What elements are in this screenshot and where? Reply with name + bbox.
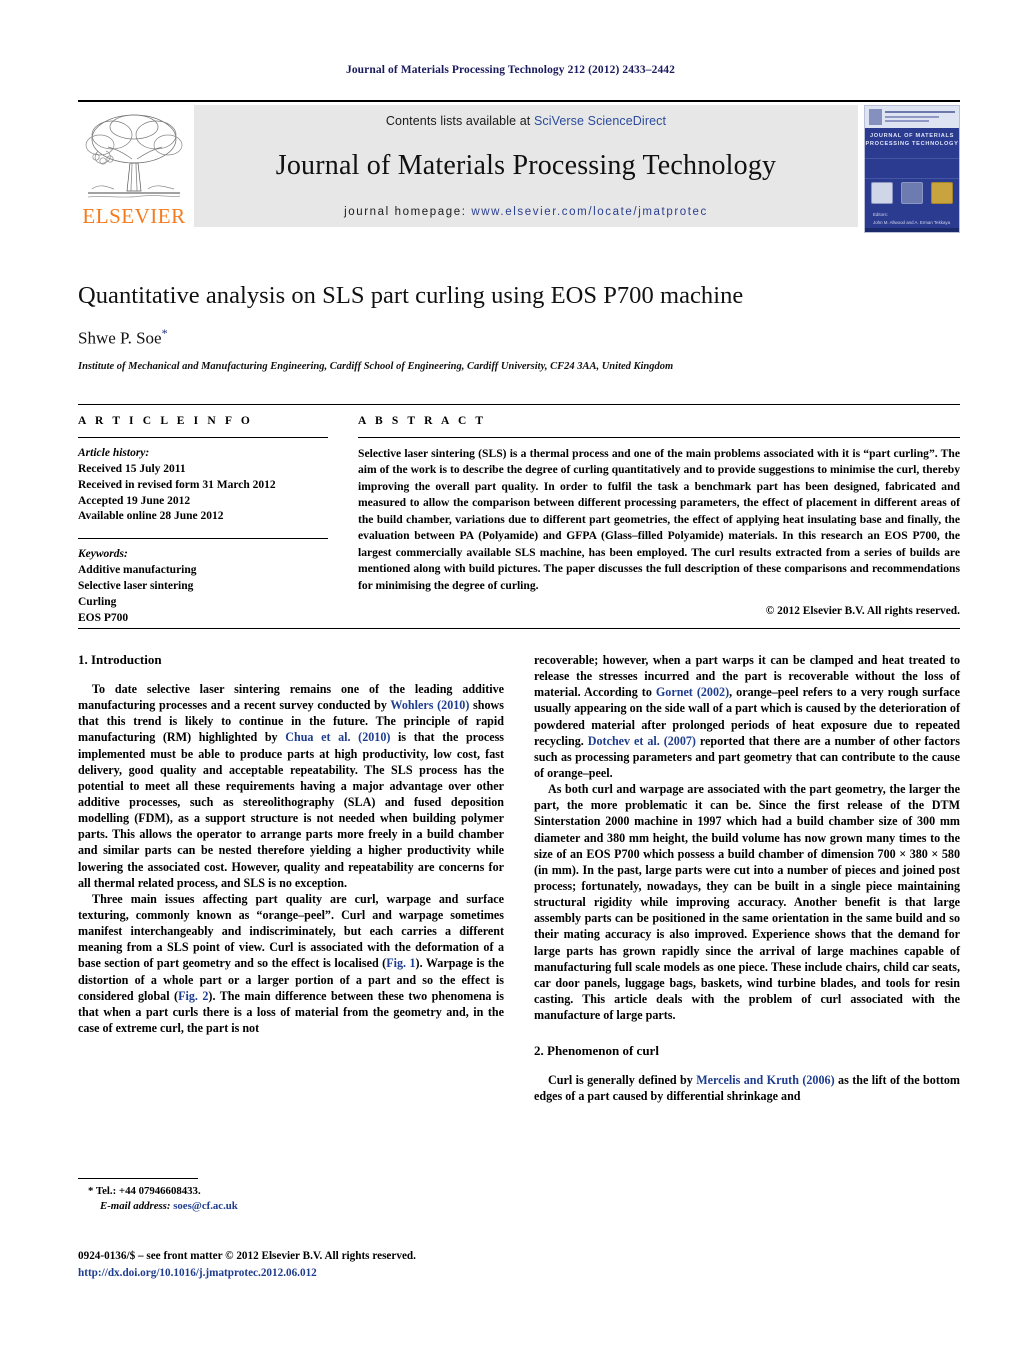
- footnote-email-link[interactable]: soes@cf.ac.uk: [173, 1200, 238, 1212]
- citation-gornet-2002[interactable]: Gornet (2002): [656, 685, 729, 699]
- cover-journal-title-line1: JOURNAL OF MATERIALS: [869, 133, 955, 139]
- cover-elsevier-mark: [869, 109, 882, 125]
- footnote-marker: *: [88, 1185, 94, 1197]
- cover-footer-band: [865, 228, 959, 232]
- cover-rule-2: [885, 116, 939, 118]
- running-head: Journal of Materials Processing Technolo…: [345, 64, 676, 76]
- footnote-rule: [78, 1178, 198, 1179]
- cover-rule-3: [885, 120, 929, 122]
- elsevier-wordmark: ELSEVIER: [82, 204, 186, 228]
- article-history-item: Received 15 July 2011: [78, 462, 186, 475]
- paragraph-intro-1: To date selective laser sintering remain…: [78, 681, 504, 891]
- body-separator-rule: [78, 628, 960, 629]
- keyword-item: Selective laser sintering: [78, 580, 194, 593]
- footnote-email-label: E-mail address:: [100, 1200, 171, 1213]
- cover-journal-title-line2: PROCESSING TECHNOLOGY: [865, 141, 959, 148]
- info-abstract-row: A R T I C L E I N F O Article history: R…: [78, 404, 960, 640]
- elsevier-tree-icon: [82, 109, 186, 205]
- cover-figure-2: [901, 182, 923, 204]
- text-run: is that the process implemented must be …: [78, 730, 505, 890]
- citation-chua-2010[interactable]: Chua et al. (2010): [285, 730, 390, 744]
- footnote-email: E-mail address: soes@cf.ac.uk: [78, 1199, 504, 1214]
- article-history: Article history: Received 15 July 2011 R…: [78, 446, 328, 525]
- keyword-item: Curling: [78, 595, 117, 608]
- journal-masthead: ELSEVIER Contents lists available at Sci…: [78, 100, 960, 233]
- keyword-item: Additive manufacturing: [78, 564, 197, 577]
- cover-divider-2: [865, 178, 959, 179]
- abstract-heading: A B S T R A C T: [358, 415, 487, 427]
- figure-ref-2[interactable]: Fig. 2: [178, 989, 208, 1003]
- paragraph-intro-2: Three main issues affecting part quality…: [78, 891, 504, 1036]
- title-block: Quantitative analysis on SLS part curlin…: [78, 282, 960, 372]
- affiliation: Institute of Mechanical and Manufacturin…: [78, 360, 674, 372]
- cover-rule-1: [885, 111, 955, 113]
- author-name: Shwe P. Soe: [78, 328, 162, 348]
- keywords-label: Keywords:: [78, 548, 128, 561]
- paragraph-right-2: As both curl and warpage are associated …: [534, 782, 960, 1023]
- section-heading-introduction: 1. Introduction: [78, 652, 162, 667]
- abstract-copyright: © 2012 Elsevier B.V. All rights reserved…: [765, 605, 960, 618]
- cover-figure-strip: [871, 182, 953, 204]
- cover-editor-credit: Editors: John M. Allwood and A. Erman Te…: [873, 211, 953, 226]
- article-info-column: A R T I C L E I N F O Article history: R…: [78, 415, 328, 640]
- text-run: Curl is generally defined by: [548, 1073, 697, 1088]
- article-page: Journal of Materials Processing Technolo…: [0, 0, 1021, 1351]
- elsevier-logo: ELSEVIER: [78, 105, 190, 227]
- author-list: Shwe P. Soe*: [78, 326, 960, 349]
- masthead-center-panel: Contents lists available at SciVerse Sci…: [194, 105, 858, 227]
- sciencedirect-link[interactable]: SciVerse ScienceDirect: [534, 114, 666, 128]
- figure-ref-1[interactable]: Fig. 1: [386, 956, 415, 970]
- footnote-tel-text: Tel.: +44 07946608433.: [95, 1185, 201, 1197]
- issn-front-matter: 0924-0136/$ – see front matter © 2012 El…: [78, 1250, 416, 1262]
- article-history-item: Accepted 19 June 2012: [78, 494, 191, 507]
- abstract-rule: [358, 437, 960, 438]
- journal-title: Journal of Materials Processing Technolo…: [275, 150, 777, 181]
- cover-editor-label: Editors:: [873, 212, 888, 218]
- doi-link[interactable]: http://dx.doi.org/10.1016/j.jmatprotec.2…: [78, 1265, 638, 1282]
- section-heading-phenomenon: 2. Phenomenon of curl: [534, 1043, 659, 1059]
- cover-divider-1: [865, 158, 959, 159]
- body-column-left: 1. Introduction To date selective laser …: [78, 652, 504, 1105]
- journal-cover-thumbnail: JOURNAL OF MATERIALS PROCESSING TECHNOLO…: [864, 105, 960, 233]
- keywords-rule: [78, 538, 328, 540]
- citation-wohlers-2010[interactable]: Wohlers (2010): [390, 698, 469, 712]
- article-history-label: Article history:: [78, 447, 150, 459]
- journal-homepage-line: journal homepage: www.elsevier.com/locat…: [344, 206, 708, 218]
- article-history-item: Available online 28 June 2012: [78, 510, 224, 523]
- citation-dotchev-2007[interactable]: Dotchev et al. (2007): [588, 734, 696, 748]
- abstract-column: A B S T R A C T Selective laser sinterin…: [358, 415, 960, 640]
- keywords-block: Keywords: Additive manufacturing Selecti…: [78, 547, 328, 626]
- citation-mercelis-kruth-2006[interactable]: Mercelis and Kruth (2006): [696, 1073, 834, 1087]
- paragraph-right-3: Curl is generally defined by Mercelis an…: [534, 1072, 960, 1104]
- contents-prefix: Contents lists available at: [385, 114, 534, 128]
- cover-journal-title: JOURNAL OF MATERIALS PROCESSING TECHNOLO…: [865, 132, 959, 149]
- abstract-text: Selective laser sintering (SLS) is a the…: [358, 447, 960, 592]
- cover-editor-names: John M. Allwood and A. Erman Tekkaya: [873, 219, 951, 225]
- article-info-rule: [78, 437, 328, 438]
- article-info-heading: A R T I C L E I N F O: [78, 415, 253, 427]
- body-column-right: recoverable; however, when a part warps …: [534, 652, 960, 1105]
- footnote-tel: * Tel.: +44 07946608433.: [78, 1184, 504, 1199]
- page-title: Quantitative analysis on SLS part curlin…: [78, 282, 744, 309]
- cover-figure-1: [871, 182, 893, 204]
- corresponding-author-marker: *: [161, 326, 168, 340]
- body-columns: 1. Introduction To date selective laser …: [78, 652, 960, 1105]
- contents-available-line: Contents lists available at SciVerse Sci…: [386, 114, 666, 128]
- journal-homepage-link[interactable]: www.elsevier.com/locate/jmatprotec: [471, 206, 708, 218]
- imprint-block: 0924-0136/$ – see front matter © 2012 El…: [78, 1248, 638, 1282]
- article-history-item: Received in revised form 31 March 2012: [78, 478, 276, 491]
- keyword-item: EOS P700: [78, 611, 129, 624]
- homepage-prefix: journal homepage:: [344, 206, 467, 218]
- paragraph-right-1: recoverable; however, when a part warps …: [534, 652, 960, 781]
- footnote-block: * Tel.: +44 07946608433. E-mail address:…: [78, 1178, 504, 1214]
- cover-figure-3: [931, 182, 953, 204]
